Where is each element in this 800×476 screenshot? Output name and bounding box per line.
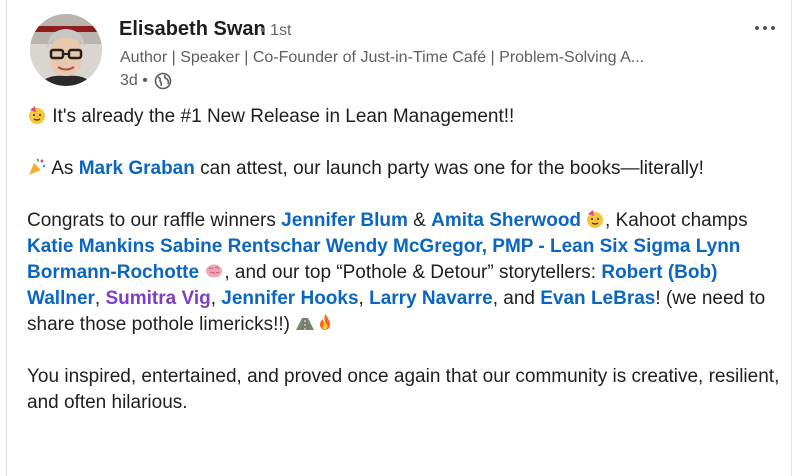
post-line-2-post: can attest, our launch party was one for… [200,158,704,179]
text-segment: , and [492,288,535,309]
mention-evan-lebras[interactable]: Evan LeBras [540,288,655,309]
more-options-icon [755,26,775,30]
mention-larry-navarre[interactable]: Larry Navarre [369,288,493,309]
post-card: Elisabeth Swan • 1st Author | Speaker | … [6,0,792,476]
text-segment: Congrats to our raffle winners [27,210,276,231]
post-line-2: As Mark Graban can attest, our launch pa… [27,156,787,182]
post-paragraph-3: Congrats to our raffle winners Jennifer … [27,208,787,338]
post-meta: 3d • [120,72,172,90]
author-headline: Author | Speaker | Co-Founder of Just-in… [120,49,645,66]
mention-mark-graban[interactable]: Mark Graban [79,158,195,179]
connection-degree: • 1st [260,22,292,39]
post-paragraph-4: You inspired, entertained, and proved on… [27,366,780,413]
post-line-1-text: It's already the #1 New Release in Lean … [52,106,515,127]
text-segment: , [210,288,216,309]
text-segment: , [94,288,101,309]
fire-emoji-icon [320,314,331,330]
brain-emoji-icon [206,264,223,278]
party-popper-emoji-icon [29,158,46,175]
text-segment: , Kahoot champs [605,210,748,231]
mention-jennifer-hooks[interactable]: Jennifer Hooks [221,288,358,309]
mention-wendy-mcgregor[interactable]: Wendy McGregor, PMP - Lean Six Sigma [326,236,691,257]
text-segment: , [358,288,364,309]
globe-icon [154,72,172,90]
mention-sabine-rentschar[interactable]: Sabine Rentschar [160,236,321,257]
mention-jennifer-blum[interactable]: Jennifer Blum [281,210,408,231]
author-photo [30,14,102,86]
post-line-2-pre: As [51,158,74,179]
text-segment: & [413,210,426,231]
post-line-1: It's already the #1 New Release in Lean … [27,104,787,130]
mention-katie-mankins[interactable]: Katie Mankins [27,236,155,257]
post-body: It's already the #1 New Release in Lean … [27,104,787,416]
more-options-button[interactable] [749,14,781,42]
mention-amita-sherwood[interactable]: Amita Sherwood [431,210,581,231]
partying-face-emoji-icon [29,106,45,124]
mention-sumitra-vig[interactable]: Sumitra Vig [105,288,210,309]
partying-face-emoji-icon [587,210,604,228]
road-emoji-icon [296,318,315,330]
author-name[interactable]: Elisabeth Swan [119,18,266,41]
author-avatar[interactable] [30,14,102,86]
post-time: 3d • [120,72,148,89]
text-segment: , and our top “Pothole & Detour” storyte… [224,262,597,283]
